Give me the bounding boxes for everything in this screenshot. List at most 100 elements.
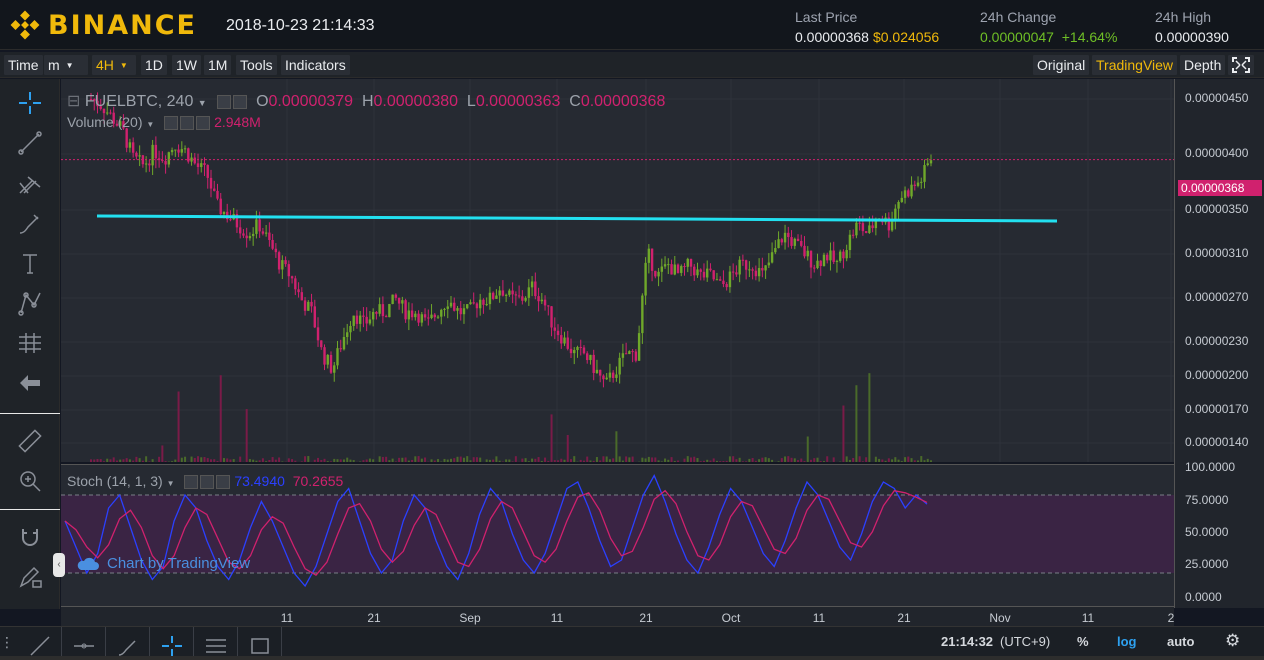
candle-body	[521, 296, 524, 301]
settings-icon[interactable]	[180, 116, 195, 131]
candle-body	[495, 295, 498, 299]
chevron-down-icon[interactable]: ▼	[146, 120, 154, 129]
volume-bar	[673, 461, 676, 462]
candle-body	[277, 252, 281, 270]
price-chart-canvas[interactable]	[61, 79, 1174, 462]
candle-body	[748, 269, 751, 271]
candle-body	[667, 264, 670, 266]
volume-bar	[897, 459, 900, 462]
gear-icon[interactable]: ⚙	[1225, 631, 1240, 651]
volume-label: Volume (20)	[67, 114, 143, 130]
interval-1w-button[interactable]: 1W	[172, 55, 201, 75]
candle-body	[783, 232, 787, 243]
candle-body	[569, 348, 573, 354]
interval-1m-button[interactable]: 1M	[204, 55, 232, 75]
eye-icon[interactable]	[184, 475, 199, 490]
legend-controls[interactable]	[217, 94, 248, 109]
candle-body	[501, 290, 505, 296]
collapse-sidebar-handle[interactable]: ‹	[53, 553, 65, 577]
chevron-down-icon[interactable]: ▼	[167, 479, 175, 488]
back-tool[interactable]	[14, 367, 46, 399]
collapse-icon[interactable]: ⊟	[67, 93, 80, 110]
settings-icon[interactable]	[200, 475, 215, 490]
candle-body	[910, 184, 913, 197]
tradingview-watermark[interactable]: Chart by TradingView	[77, 555, 250, 572]
stochastic-pane[interactable]: Stoch (14, 1, 3) ▼ 73.4940 70.2655 Chart…	[53, 464, 1174, 606]
candle-body	[806, 250, 809, 257]
candle-body	[397, 297, 401, 304]
watermark-text: Chart by TradingView	[107, 555, 251, 572]
brush-tool[interactable]	[14, 207, 46, 239]
volume-bar	[365, 459, 368, 462]
price-axis[interactable]: 0.00000450 0.00000400 0.00000350 0.00000310…	[1174, 79, 1264, 608]
log-toggle[interactable]: log	[1117, 634, 1137, 649]
auto-toggle[interactable]: auto	[1167, 634, 1194, 649]
timezone[interactable]: (UTC+9)	[1000, 634, 1050, 649]
close-icon[interactable]	[196, 116, 211, 131]
price-chart-pane[interactable]: ⊟ FUELBTC, 240 ▼ O0.00000379 H0.00000380…	[61, 79, 1174, 462]
volume-bar	[858, 456, 861, 462]
fullscreen-button[interactable]	[1228, 55, 1254, 75]
volume-bar	[304, 456, 307, 462]
volume-bar	[206, 458, 209, 462]
ruler-tool[interactable]	[14, 425, 46, 457]
candle-body	[297, 289, 300, 293]
volume-bar	[450, 458, 452, 462]
trendline-tool[interactable]	[14, 127, 46, 159]
candle-body	[628, 351, 631, 355]
close-icon[interactable]	[216, 475, 231, 490]
volume-controls[interactable]	[164, 116, 211, 131]
minute-dropdown[interactable]: m ▼	[44, 55, 88, 75]
volume-bar	[342, 459, 345, 462]
volume-bar	[268, 459, 271, 462]
time-button[interactable]: Time	[4, 55, 43, 75]
candle-body	[816, 260, 819, 268]
volume-bar	[738, 457, 741, 462]
volume-bar	[453, 458, 456, 462]
price-tick-label: 0.00000350	[1185, 202, 1249, 216]
time-axis[interactable]: 11 21 Sep 11 21 Oct 11 21 Nov 11 2	[61, 606, 1174, 628]
candle-body	[216, 190, 219, 199]
volume-bar	[777, 461, 780, 462]
candle-body	[563, 337, 566, 344]
interval-1d-button[interactable]: 1D	[141, 55, 167, 75]
settings-icon[interactable]	[233, 94, 248, 109]
binance-logo[interactable]: BINANCE	[10, 9, 197, 41]
volume-bar	[171, 461, 174, 462]
magnet-tool[interactable]	[14, 521, 46, 553]
tools-button[interactable]: Tools	[236, 55, 277, 75]
drag-handle-icon[interactable]: ⋮	[0, 627, 14, 657]
zoom-tool[interactable]	[14, 465, 46, 497]
text-tool[interactable]	[14, 247, 46, 279]
chevron-down-icon[interactable]: ▼	[198, 98, 207, 108]
tradingview-view-button[interactable]: TradingView	[1092, 55, 1178, 75]
candle-body	[242, 233, 245, 236]
price-tick-label: 0.00000400	[1185, 146, 1249, 160]
fib-tool[interactable]	[14, 167, 46, 199]
crosshair-tool[interactable]	[14, 87, 46, 119]
volume-bar	[618, 456, 621, 462]
volume-bar	[388, 460, 391, 462]
stoch-tick-label: 25.0000	[1185, 557, 1229, 571]
candle-body	[663, 264, 667, 267]
lock-drawing-tool[interactable]	[14, 561, 46, 593]
eye-icon[interactable]	[164, 116, 179, 131]
volume-bar	[385, 456, 388, 462]
original-view-button[interactable]: Original	[1033, 55, 1090, 75]
volume-bar	[352, 460, 355, 462]
candle-body	[125, 128, 128, 148]
percent-toggle[interactable]: %	[1077, 634, 1089, 649]
depth-view-button[interactable]: Depth	[1180, 55, 1226, 75]
candle-body	[547, 305, 550, 307]
candle-body	[131, 142, 135, 153]
volume-bar	[498, 460, 501, 462]
volume-bar	[641, 457, 644, 462]
stoch-controls[interactable]	[184, 475, 231, 490]
measure-tool[interactable]	[14, 327, 46, 359]
pattern-tool[interactable]	[14, 287, 46, 319]
zoom-in-icon	[20, 471, 41, 492]
time-tick-label: 11	[812, 611, 826, 625]
eye-icon[interactable]	[217, 94, 232, 109]
interval-dropdown[interactable]: 4H ▼	[92, 55, 136, 75]
indicators-button[interactable]: Indicators	[281, 55, 350, 75]
